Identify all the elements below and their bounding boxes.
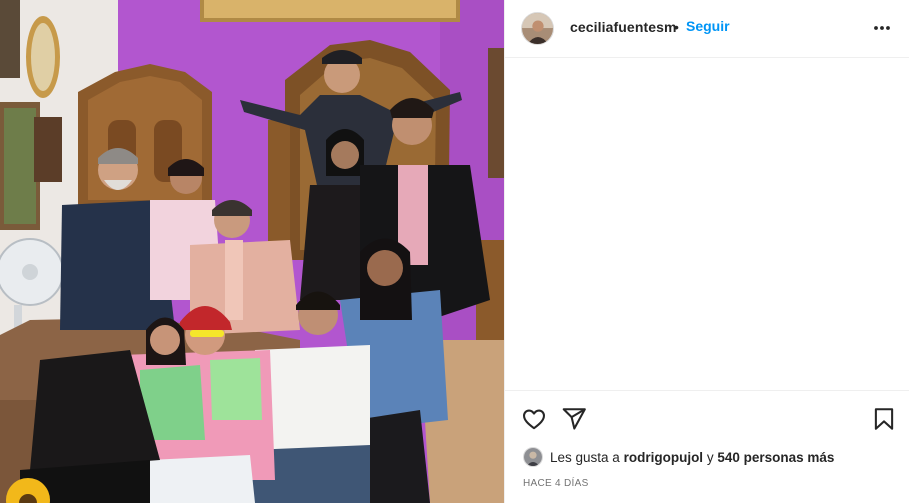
liker-username[interactable]: rodrigopujol [624, 450, 703, 465]
likes-connector: y [706, 449, 714, 465]
post-side-panel: ceciliafuentesm • Seguir Les gusta a rod… [504, 0, 909, 503]
bookmark-icon[interactable] [871, 406, 897, 432]
likes-prefix: Les gusta a [550, 449, 620, 465]
separator-dot: • [674, 19, 679, 35]
likes-summary: Les gusta a rodrigopujol y 540 personas … [523, 446, 834, 468]
post-header: ceciliafuentesm • Seguir [505, 0, 909, 58]
heart-icon[interactable] [521, 406, 547, 432]
liker-avatar[interactable] [523, 447, 543, 467]
post-photo[interactable] [0, 0, 504, 503]
avatar-image [522, 13, 553, 44]
likes-count-link[interactable]: 540 personas más [717, 450, 834, 465]
post-username[interactable]: ceciliafuentesm [570, 19, 677, 35]
group-photo-image [0, 0, 504, 503]
more-options-icon[interactable] [869, 18, 895, 38]
paper-plane-icon[interactable] [561, 406, 587, 432]
post-actions [505, 390, 909, 446]
avatar[interactable] [521, 12, 554, 45]
post-timestamp[interactable]: HACE 4 DÍAS [523, 478, 589, 489]
follow-button[interactable]: Seguir [686, 18, 730, 34]
